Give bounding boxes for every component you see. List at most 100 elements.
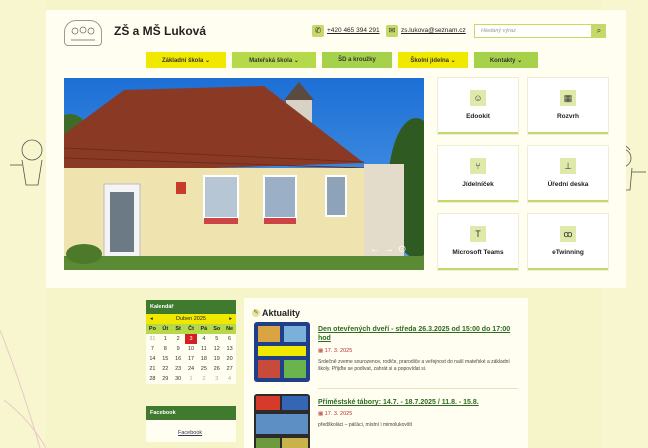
tile-etwinning[interactable]: ꝏ eTwinning (528, 214, 608, 270)
nav-kontakty[interactable]: Kontakty ⌄ (474, 52, 538, 68)
calendar-day[interactable]: 4 (197, 334, 210, 344)
hero-prev-button[interactable]: ← (370, 244, 380, 255)
tile-edookit[interactable]: ☺ Edookit (438, 78, 518, 134)
calendar-day[interactable]: 31 (146, 334, 159, 344)
calendar-day[interactable]: 21 (146, 364, 159, 374)
calendar-week: 7 8 9 10 11 12 13 (146, 344, 236, 354)
calendar-day[interactable]: 3 (184, 334, 198, 344)
search-icon[interactable]: ⌕ (592, 24, 606, 38)
nav-materska-skola[interactable]: Mateřská škola ⌄ (232, 52, 316, 68)
facebook-header: Facebook (146, 406, 236, 420)
calendar-day[interactable]: 23 (172, 364, 185, 374)
people-icon: ꝏ (560, 226, 576, 242)
search-input[interactable]: Hledaný výraz (474, 24, 592, 38)
facebook-title: Facebook (150, 410, 176, 416)
day-name: Ne (223, 324, 237, 334)
article-date: ▦ 17. 3. 2025 (318, 348, 353, 354)
hero-photo (64, 78, 424, 270)
tile-label: Edookit (466, 113, 490, 120)
article-title[interactable]: Den otevřených dveří - středa 26.3.2025 … (318, 325, 518, 343)
calendar-week: 28 29 30 1 2 3 4 (146, 374, 236, 384)
site-title[interactable]: ZŠ a MŠ Luková (114, 24, 206, 38)
calendar-day[interactable]: 28 (146, 374, 159, 384)
side-decoration-left (0, 0, 47, 448)
calendar-day[interactable]: 4 (223, 374, 236, 384)
tile-label: Jídelníček (462, 181, 494, 188)
news-title: Aktuality (262, 308, 301, 318)
tile-label: eTwinning (552, 249, 584, 256)
calendar-day[interactable]: 10 (185, 344, 198, 354)
calendar-day[interactable]: 1 (185, 374, 198, 384)
article-excerpt: předškoláci – páťáci, místní i mimolukov… (318, 422, 413, 428)
tile-label: Rozvrh (556, 113, 580, 120)
calendar-day[interactable]: 25 (197, 364, 210, 374)
calendar-day[interactable]: 12 (210, 344, 223, 354)
calendar-day[interactable]: 26 (210, 364, 223, 374)
calendar-day[interactable]: 30 (172, 374, 185, 384)
calendar-day[interactable]: 2 (197, 374, 210, 384)
day-name: Po (146, 324, 159, 334)
calendar-day[interactable]: 8 (159, 344, 172, 354)
calendar-icon: ▦ (560, 90, 576, 106)
hero-pause-button[interactable]: ⊙ (398, 244, 406, 255)
day-name: So (210, 324, 224, 334)
calendar-week: 31 1 2 3 4 5 6 (146, 334, 236, 344)
day-name: St (171, 324, 185, 334)
article-date-text: 17. 3. 2025 (324, 348, 353, 354)
article-title[interactable]: Příměstské tábory: 14.7. - 18.7.2025 / 1… (318, 398, 518, 407)
calendar-day[interactable]: 3 (210, 374, 223, 384)
calendar-day[interactable]: 17 (185, 354, 198, 364)
calendar-prev-button[interactable]: ◂ (150, 314, 153, 324)
calendar-day-names: Po Út St Čt Pá So Ne (146, 324, 237, 334)
calendar-day[interactable]: 6 (223, 334, 236, 344)
calendar-day[interactable]: 7 (146, 344, 159, 354)
article-excerpt: Srdečně zveme sourozence, rodiče, prarod… (318, 359, 510, 372)
calendar-day[interactable]: 29 (159, 374, 172, 384)
calendar-week: 21 22 23 24 25 26 27 (146, 364, 236, 374)
calendar-day[interactable]: 18 (197, 354, 210, 364)
nav-skolni-jidelna[interactable]: Školní jídelna ⌄ (398, 52, 468, 68)
nav-sd-krouzky[interactable]: ŠD a kroužky (322, 52, 392, 68)
calendar-day[interactable]: 27 (223, 364, 236, 374)
mail-icon: ✉ (386, 25, 398, 37)
calendar-day[interactable]: 9 (172, 344, 185, 354)
day-name: Pá (197, 324, 211, 334)
article-date: ▦ 17. 3. 2025 (318, 411, 353, 417)
calendar-day[interactable]: 14 (146, 354, 159, 364)
tile-jidelnicek[interactable]: ⑂ Jídelníček (438, 146, 518, 202)
calendar-day[interactable]: 13 (223, 344, 236, 354)
stamp-icon: ⊥ (560, 158, 576, 174)
article-thumbnail[interactable] (254, 322, 310, 382)
school-logo[interactable] (64, 20, 102, 46)
tile-rozvrh[interactable]: ▦ Rozvrh (528, 78, 608, 134)
calendar-header: Kalendář (146, 300, 236, 314)
calendar-day[interactable]: 20 (223, 354, 236, 364)
tile-uredni-deska[interactable]: ⊥ Úřední deska (528, 146, 608, 202)
divider (318, 388, 518, 389)
article-thumbnail[interactable] (254, 394, 310, 448)
cutlery-icon: ⑂ (470, 158, 486, 174)
pin-icon: ✎ (252, 309, 260, 317)
calendar-day[interactable]: 22 (159, 364, 172, 374)
tile-label: Microsoft Teams (452, 249, 504, 256)
article-date-text: 17. 3. 2025 (324, 411, 353, 417)
calendar-day[interactable]: 15 (159, 354, 172, 364)
calendar-month-bar: ◂ Duben 2025 ▸ (146, 314, 236, 324)
calendar-day[interactable]: 19 (210, 354, 223, 364)
main-nav: Základní škola ⌄ Mateřská škola ⌄ ŠD a k… (146, 52, 538, 68)
phone-link[interactable]: +420 465 394 291 (327, 27, 380, 34)
teams-icon: T (470, 226, 486, 242)
calendar-day[interactable]: 11 (197, 344, 210, 354)
calendar-day[interactable]: 24 (185, 364, 198, 374)
nav-zakladni-skola[interactable]: Základní škola ⌄ (146, 52, 226, 68)
calendar-day[interactable]: 16 (172, 354, 185, 364)
facebook-link[interactable]: Facebook (178, 430, 202, 436)
calendar-next-button[interactable]: ▸ (229, 314, 232, 324)
calendar-day[interactable]: 5 (210, 334, 223, 344)
calendar-day[interactable]: 1 (159, 334, 172, 344)
email-link[interactable]: zs.lukova@seznam.cz (401, 27, 466, 34)
calendar-day[interactable]: 2 (172, 334, 185, 344)
hero-next-button[interactable]: → (384, 244, 394, 255)
day-name: Út (158, 324, 172, 334)
tile-microsoft-teams[interactable]: T Microsoft Teams (438, 214, 518, 270)
